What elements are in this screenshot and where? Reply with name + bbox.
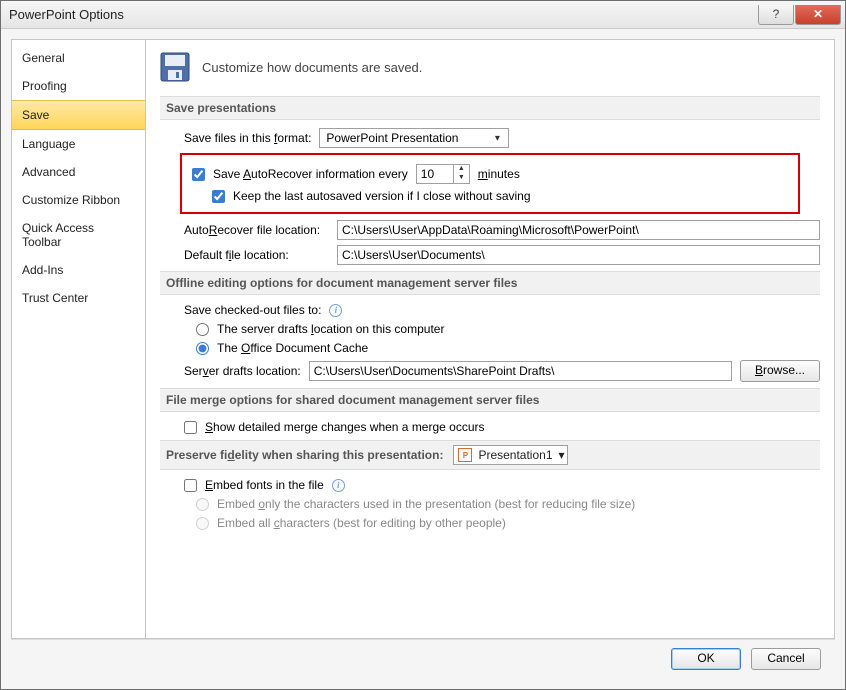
embed-fonts-checkbox[interactable] [184,479,197,492]
ok-button[interactable]: OK [671,648,741,670]
presentation-name: Presentation1 [478,448,552,462]
default-loc-input[interactable]: C:\Users\User\Documents\ [337,245,820,265]
sidebar-item-label: Add-Ins [22,263,63,277]
radio-office-cache[interactable] [196,342,209,355]
sidebar-item-trust-center[interactable]: Trust Center [12,284,145,312]
autorecover-checkbox[interactable] [192,168,205,181]
cancel-button[interactable]: Cancel [751,648,821,670]
close-button[interactable]: ✕ [795,5,841,25]
section-preserve: Preserve fidelity when sharing this pres… [160,440,820,470]
sidebar-item-quick-access[interactable]: Quick Access Toolbar [12,214,145,256]
help-button[interactable]: ? [758,5,794,25]
sidebar-item-label: Customize Ribbon [22,193,120,207]
section-merge: File merge options for shared document m… [160,388,820,412]
autorecover-label: Save AutoRecover information every [213,167,408,181]
format-select[interactable]: PowerPoint Presentation ▾ [319,128,509,148]
save-icon [160,52,190,82]
browse-button[interactable]: Browse... [740,360,820,382]
autorecover-unit: minutes [478,167,520,181]
format-value: PowerPoint Presentation [326,131,458,145]
autorecover-minutes-value: 10 [417,165,453,183]
show-detailed-merge-checkbox[interactable] [184,421,197,434]
keep-last-checkbox[interactable] [212,190,225,203]
sidebar-item-language[interactable]: Language [12,130,145,158]
info-icon[interactable]: i [332,479,345,492]
section-offline: Offline editing options for document man… [160,271,820,295]
save-checked-label: Save checked-out files to: [184,303,321,317]
drafts-loc-input[interactable]: C:\Users\User\Documents\SharePoint Draft… [309,361,732,381]
chevron-down-icon: ▾ [488,133,506,144]
autorecover-minutes-spinner[interactable]: 10 ▲▼ [416,164,470,184]
sidebar-item-proofing[interactable]: Proofing [12,72,145,100]
sidebar-item-add-ins[interactable]: Add-Ins [12,256,145,284]
default-loc-label: Default file location: [184,248,329,262]
radio-office-cache-label: The Office Document Cache [217,341,368,355]
page-heading: Customize how documents are saved. [202,60,422,75]
format-label: Save files in this format: [184,131,311,145]
titlebar: PowerPoint Options ? ✕ [1,1,845,29]
embed-fonts-label: Embed fonts in the file [205,478,324,492]
autorecover-loc-label: AutoRecover file location: [184,223,329,237]
spinner-up-icon[interactable]: ▲ [454,165,469,174]
radio-server-drafts-label: The server drafts location on this compu… [217,322,444,336]
drafts-loc-label: Server drafts location: [184,364,301,378]
help-icon: ? [773,7,780,21]
sidebar-item-label: Trust Center [22,291,88,305]
sidebar-item-label: Language [22,137,75,151]
sidebar-item-label: General [22,51,65,65]
sidebar-item-label: Quick Access Toolbar [22,221,94,249]
sidebar-item-advanced[interactable]: Advanced [12,158,145,186]
powerpoint-icon: P [458,448,472,462]
sidebar-item-customize-ribbon[interactable]: Customize Ribbon [12,186,145,214]
embed-only-label: Embed only the characters used in the pr… [217,497,635,511]
show-detailed-merge-label: Show detailed merge changes when a merge… [205,420,485,434]
close-icon: ✕ [813,7,823,21]
embed-all-radio [196,517,209,530]
chevron-down-icon: ▾ [559,448,565,462]
sidebar-item-label: Advanced [22,165,75,179]
sidebar-item-save[interactable]: Save [12,100,145,130]
content-panel: Customize how documents are saved. Save … [146,39,835,639]
sidebar: General Proofing Save Language Advanced … [11,39,146,639]
autorecover-loc-input[interactable]: C:\Users\User\AppData\Roaming\Microsoft\… [337,220,820,240]
section-save-presentations: Save presentations [160,96,820,120]
embed-all-label: Embed all characters (best for editing b… [217,516,506,530]
info-icon[interactable]: i [329,304,342,317]
sidebar-item-general[interactable]: General [12,44,145,72]
embed-only-radio [196,498,209,511]
preserve-header-text: Preserve fidelity when sharing this pres… [166,448,443,462]
spinner-down-icon[interactable]: ▼ [454,174,469,183]
window-title: PowerPoint Options [9,7,124,22]
sidebar-item-label: Proofing [22,79,67,93]
presentation-select[interactable]: P Presentation1 ▾ [453,445,567,465]
radio-server-drafts[interactable] [196,323,209,336]
sidebar-item-label: Save [22,108,49,122]
dialog-footer: OK Cancel [11,639,835,680]
keep-last-label: Keep the last autosaved version if I clo… [233,189,531,203]
autorecover-highlight: Save AutoRecover information every 10 ▲▼… [180,153,800,214]
